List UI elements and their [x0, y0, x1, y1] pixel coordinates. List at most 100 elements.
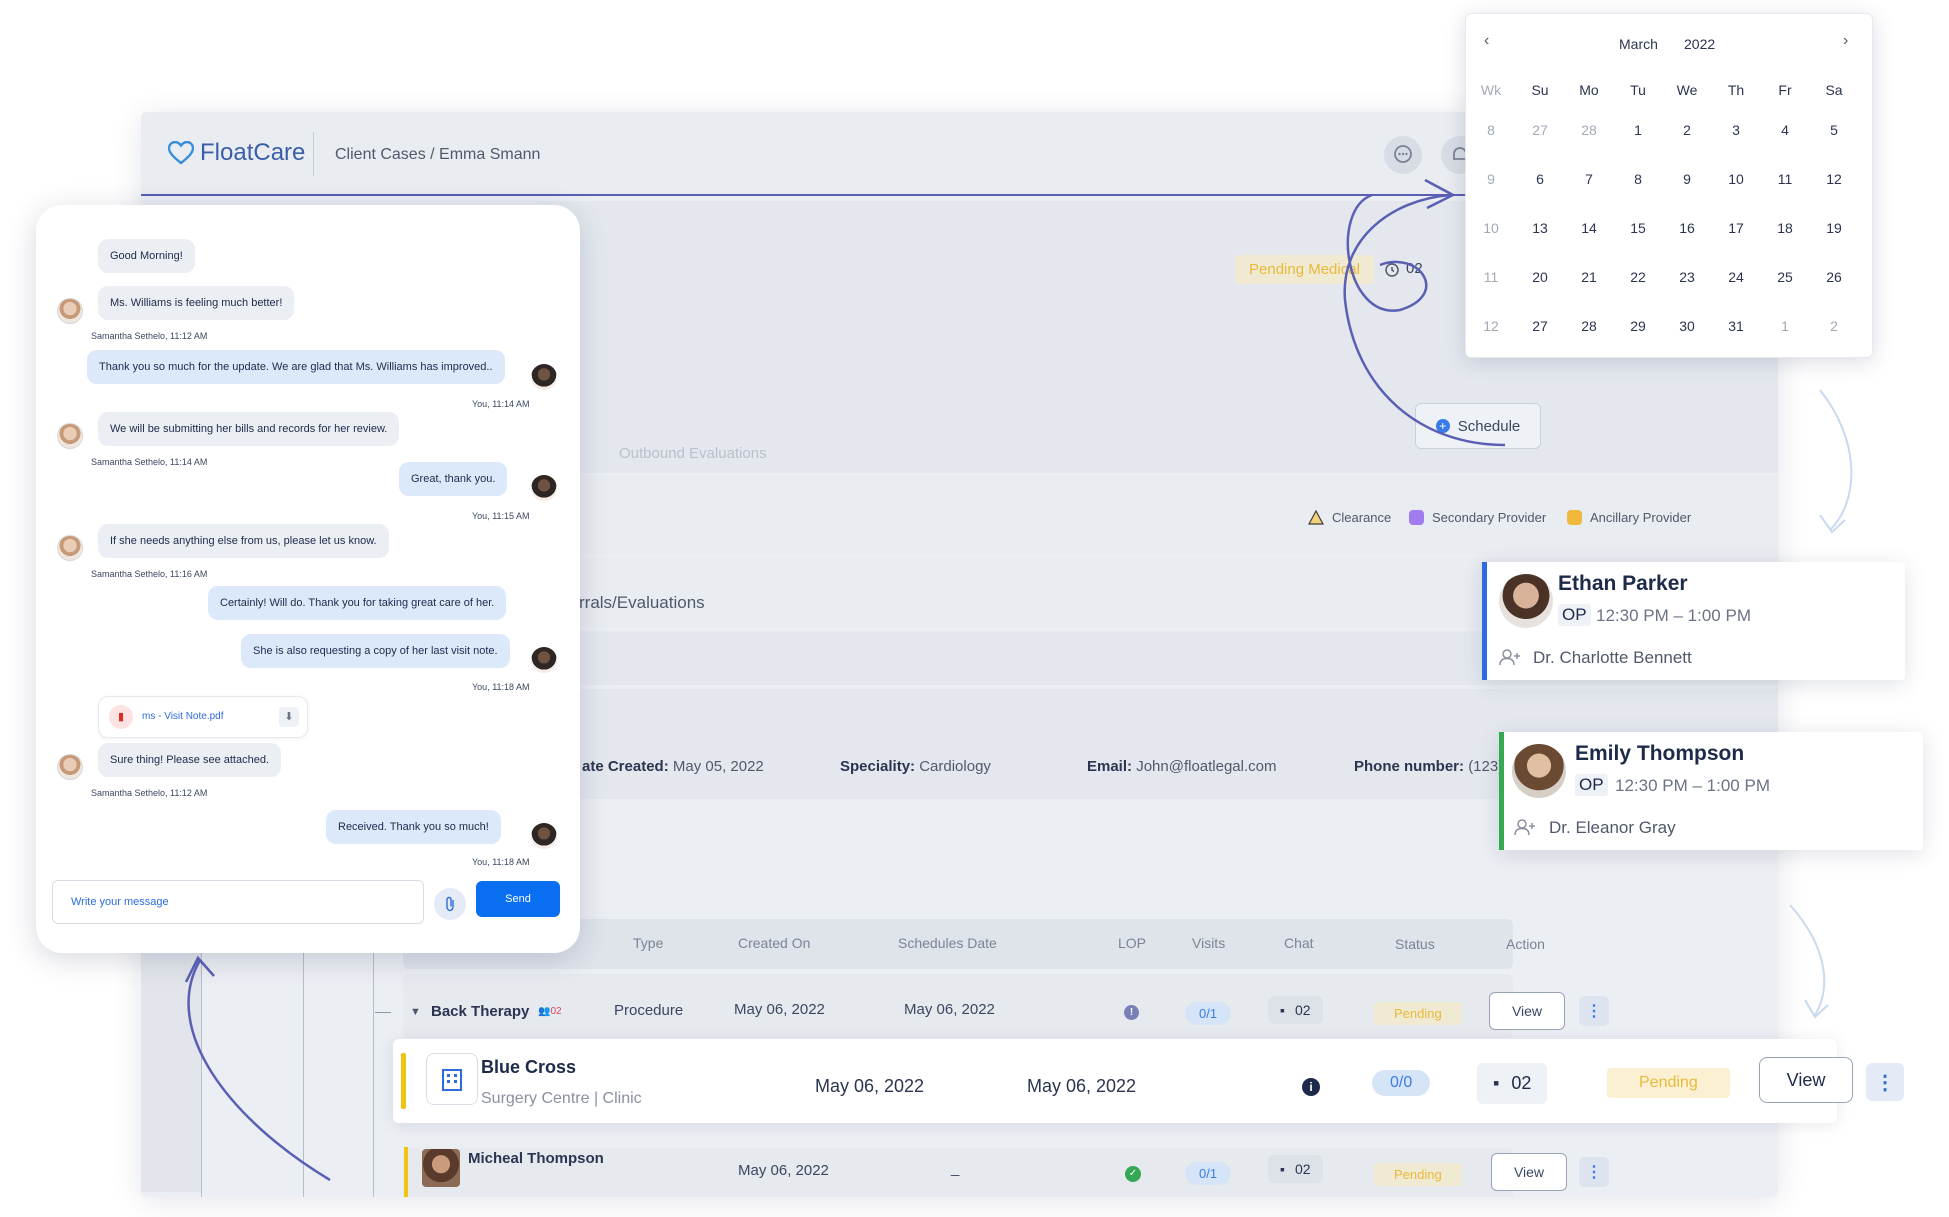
calendar-day[interactable]: 10 [1714, 171, 1758, 187]
message-bubble: Sure thing! Please see attached. [98, 743, 281, 778]
calendar-day[interactable]: 31 [1714, 318, 1758, 334]
weekday-header: Tu [1630, 82, 1646, 98]
calendar-day[interactable]: 24 [1714, 269, 1758, 285]
calendar-day[interactable]: 26 [1812, 269, 1856, 285]
visit-type: OP [1575, 774, 1608, 796]
attachment[interactable]: ▮ ms - Visit Note.pdf ⬇ [98, 696, 308, 738]
calendar-day[interactable]: 6 [1518, 171, 1562, 187]
message-bubble: She is also requesting a copy of her las… [241, 634, 510, 669]
attachment-name: ms - Visit Note.pdf [142, 711, 224, 722]
appointment-time: 12:30 PM – 1:00 PM [1615, 776, 1770, 795]
pdf-icon: ▮ [109, 705, 133, 729]
calendar-day[interactable]: 28 [1567, 318, 1611, 334]
weekday-header: Mo [1579, 82, 1599, 98]
download-icon[interactable]: ⬇ [279, 707, 299, 727]
visit-type: OP [1558, 604, 1591, 626]
calendar-day[interactable]: 16 [1665, 220, 1709, 236]
patient-name: Emily Thompson [1575, 742, 1745, 765]
calendar-day[interactable]: 30 [1665, 318, 1709, 334]
avatar [531, 823, 557, 849]
paperclip-icon[interactable] [434, 888, 466, 920]
week-number: 8 [1487, 122, 1495, 138]
calendar-day[interactable]: 27 [1518, 318, 1562, 334]
week-number: 10 [1483, 220, 1499, 236]
message-bubble: Good Morning! [98, 239, 195, 274]
week-number: 11 [1483, 269, 1499, 285]
calendar-day[interactable]: 20 [1518, 269, 1562, 285]
calendar-day[interactable]: 29 [1616, 318, 1660, 334]
send-button[interactable]: Send [476, 881, 560, 917]
avatar [57, 298, 83, 324]
message-bubble: Thank you so much for the update. We are… [87, 350, 505, 385]
message-meta: You, 11:18 AM [472, 857, 530, 867]
calendar-day[interactable]: 1 [1616, 122, 1660, 138]
chat-panel: Good Morning! Ms. Williams is feeling mu… [36, 205, 580, 953]
calendar-day[interactable]: 18 [1763, 220, 1807, 236]
message-meta: Samantha Sethelo, 11:12 AM [91, 788, 208, 798]
calendar-day[interactable]: 19 [1812, 220, 1856, 236]
appointment-card[interactable]: Ethan Parker OP 12:30 PM – 1:00 PM Dr. C… [1482, 562, 1905, 680]
message-bubble: Ms. Williams is feeling much better! [98, 286, 295, 321]
message-bubble: We will be submitting her bills and reco… [98, 412, 400, 447]
calendar-day[interactable]: 11 [1763, 171, 1807, 187]
doctor-name: Dr. Eleanor Gray [1549, 818, 1676, 837]
calendar-day[interactable]: 12 [1812, 171, 1856, 187]
calendar-day[interactable]: 1 [1763, 318, 1807, 334]
calendar-day[interactable]: 2 [1812, 318, 1856, 334]
week-number: 9 [1487, 171, 1495, 187]
card-accent [1499, 732, 1504, 850]
prev-month-icon[interactable]: ‹ [1484, 32, 1489, 50]
calendar-day[interactable]: 28 [1567, 122, 1611, 138]
month-select[interactable]: March [1619, 36, 1658, 52]
next-month-icon[interactable]: › [1843, 32, 1848, 50]
date-picker: ‹ March 2022 › Wk Su Mo Tu We Th Fr Sa 8 27 28 1 2 3 4… [1465, 13, 1873, 358]
message-meta: Samantha Sethelo, 11:14 AM [91, 457, 208, 467]
calendar-day[interactable]: 22 [1616, 269, 1660, 285]
message-meta: Samantha Sethelo, 11:12 AM [91, 331, 208, 341]
patient-name: Ethan Parker [1558, 572, 1688, 595]
calendar-day[interactable]: 17 [1714, 220, 1758, 236]
add-user-icon [1514, 818, 1536, 841]
appointment-time: 12:30 PM – 1:00 PM [1596, 606, 1751, 625]
avatar [57, 754, 83, 780]
year-select[interactable]: 2022 [1684, 36, 1715, 52]
calendar-day[interactable]: 23 [1665, 269, 1709, 285]
calendar-day[interactable]: 9 [1665, 171, 1709, 187]
avatar [531, 364, 557, 390]
avatar [1512, 744, 1566, 798]
input-placeholder: Write your message [71, 896, 169, 908]
message-meta: You, 11:18 AM [472, 682, 530, 692]
calendar-day[interactable]: 27 [1518, 122, 1562, 138]
appointment-card[interactable]: Emily Thompson OP 12:30 PM – 1:00 PM Dr.… [1499, 732, 1923, 850]
calendar-day[interactable]: 3 [1714, 122, 1758, 138]
message-bubble: If she needs anything else from us, plea… [98, 524, 389, 559]
calendar-day[interactable]: 13 [1518, 220, 1562, 236]
calendar-day[interactable]: 4 [1763, 122, 1807, 138]
add-user-icon [1499, 648, 1521, 671]
calendar-day[interactable]: 2 [1665, 122, 1709, 138]
avatar [531, 647, 557, 673]
weekday-header: We [1676, 82, 1698, 98]
weekday-header: Th [1727, 82, 1745, 98]
calendar-day[interactable]: 25 [1763, 269, 1807, 285]
weekday-header: Fr [1778, 82, 1792, 98]
calendar-day[interactable]: 14 [1567, 220, 1611, 236]
message-bubble: Received. Thank you so much! [326, 810, 501, 845]
calendar-day[interactable]: 15 [1616, 220, 1660, 236]
calendar-day[interactable]: 21 [1567, 269, 1611, 285]
message-bubble: Great, thank you. [399, 462, 508, 497]
avatar [57, 535, 83, 561]
calendar-day[interactable]: 7 [1567, 171, 1611, 187]
weekday-header: Sa [1825, 82, 1843, 98]
calendar-day[interactable]: 5 [1812, 122, 1856, 138]
card-accent [1482, 562, 1487, 680]
weekday-header: Wk [1480, 82, 1502, 98]
week-number: 12 [1483, 318, 1499, 334]
message-meta: Samantha Sethelo, 11:16 AM [91, 569, 208, 579]
weekday-header: Su [1531, 82, 1549, 98]
message-bubble: Certainly! Will do. Thank you for taking… [208, 586, 507, 621]
calendar-day[interactable]: 8 [1616, 171, 1660, 187]
message-meta: You, 11:14 AM [472, 399, 530, 409]
avatar [531, 475, 557, 501]
message-input[interactable]: Write your message [52, 880, 424, 924]
